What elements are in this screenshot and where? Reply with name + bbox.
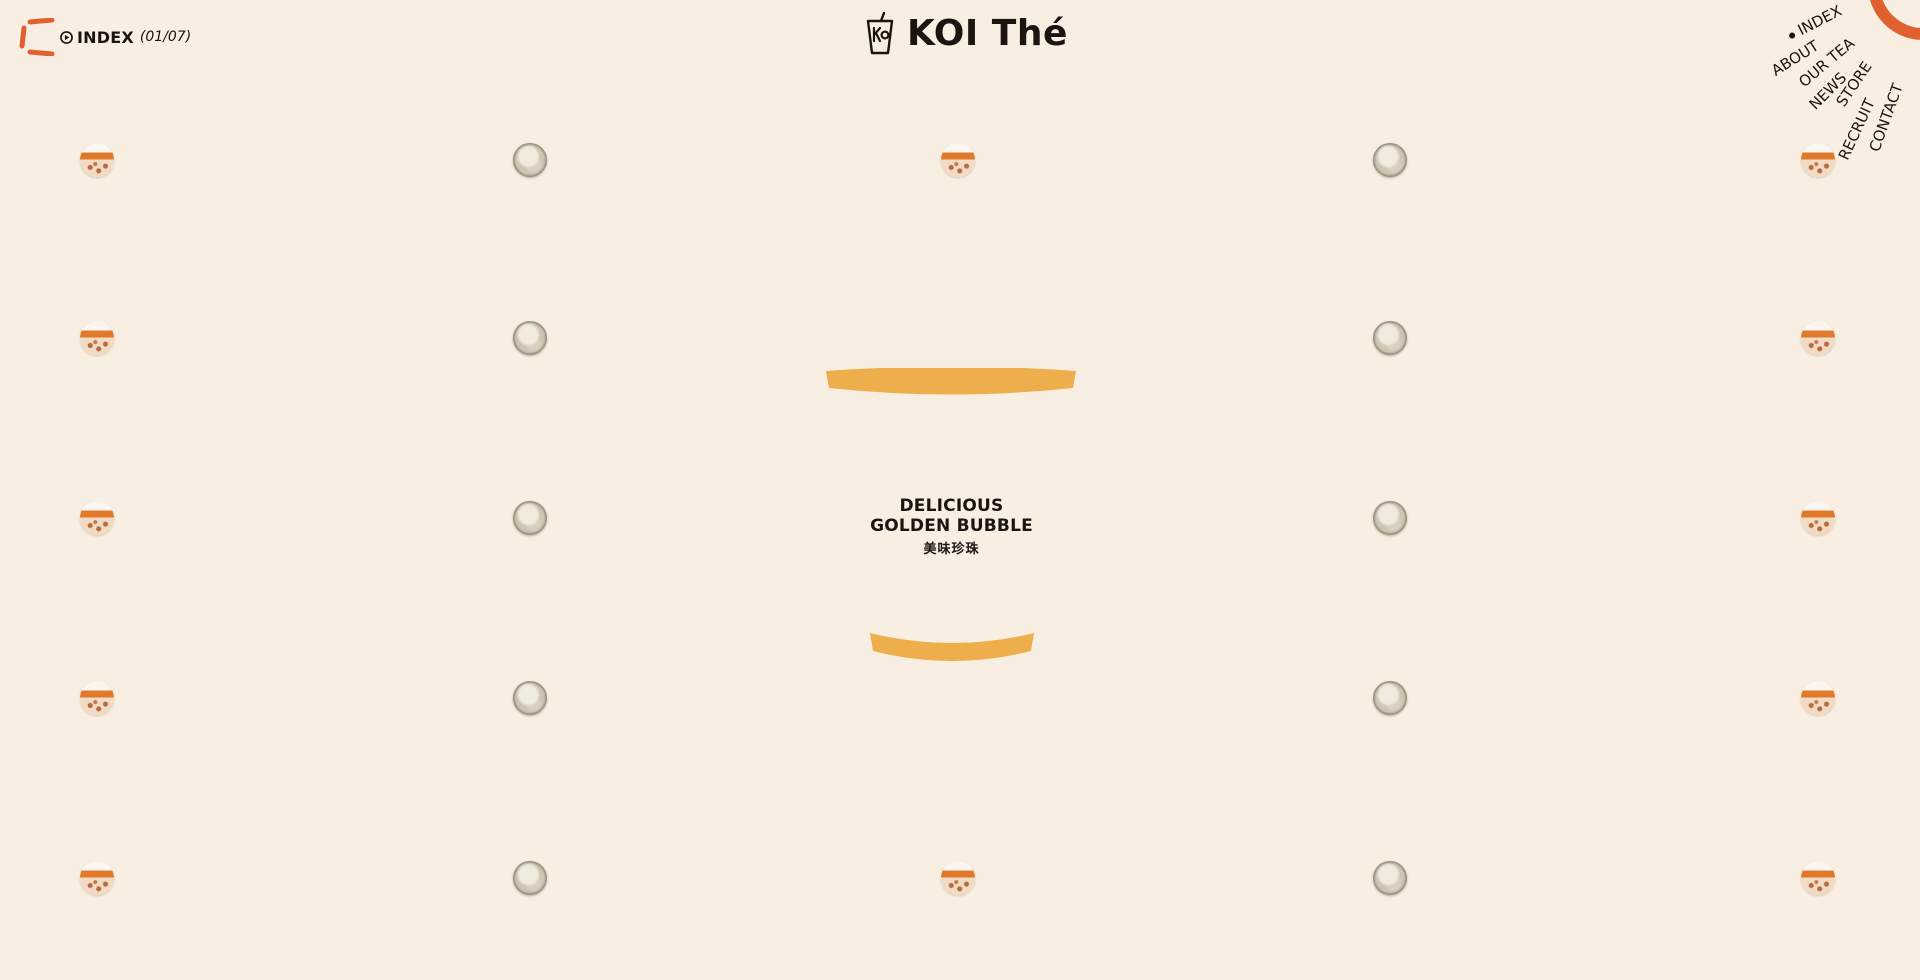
tapioca-cup-image — [1801, 321, 1835, 355]
tapioca-cup-image — [80, 501, 114, 535]
tapioca-cup-image — [941, 861, 975, 895]
corner-arc-decoration — [1868, 0, 1920, 40]
brand-name: KOI Thé — [907, 12, 1068, 54]
index-label: INDEX — [77, 27, 134, 47]
cream-cup-image — [513, 321, 547, 355]
cream-cup-image — [1373, 861, 1407, 895]
hero-subtitle: 美味珍珠 — [923, 542, 980, 557]
tapioca-cup-image — [1801, 861, 1835, 895]
cream-cup-image — [513, 143, 547, 177]
cream-cup-image — [513, 681, 547, 715]
page: INDEX (01/07) KOI Thé INDEX ABOUT OUR TE… — [0, 0, 1920, 980]
cream-cup-image — [513, 861, 547, 895]
cream-cup-image — [513, 501, 547, 535]
tapioca-cup-image — [1801, 681, 1835, 715]
tapioca-cup-image — [941, 143, 975, 177]
hero-title: DELICIOUS GOLDEN BUBBLE — [810, 496, 1093, 536]
tapioca-cup-image — [1801, 143, 1835, 177]
play-icon[interactable] — [60, 30, 73, 44]
top-bun-shape — [826, 368, 1076, 395]
tapioca-cup-image — [80, 681, 114, 715]
nav-item-label: INDEX — [1794, 1, 1845, 40]
bracket-logo-icon — [19, 18, 55, 56]
tapioca-cup-image — [80, 143, 114, 177]
hero-title-line-2: GOLDEN BUBBLE — [870, 516, 1033, 536]
brand-logo[interactable]: KOI Thé — [865, 10, 1068, 56]
hero-title-line-1: DELICIOUS — [899, 496, 1004, 516]
cream-cup-image — [1373, 143, 1407, 177]
nav-item-index[interactable]: INDEX — [1785, 2, 1845, 44]
cream-cup-image — [1373, 501, 1407, 535]
active-bullet-icon — [1787, 31, 1796, 40]
cream-cup-image — [1373, 681, 1407, 715]
tapioca-cup-image — [1801, 501, 1835, 535]
tapioca-cup-image — [80, 321, 114, 355]
index-indicator[interactable]: INDEX (01/07) — [18, 18, 191, 56]
slide-counter: (01/07) — [139, 29, 192, 45]
cup-logo-icon — [866, 11, 894, 55]
cream-cup-image — [1373, 321, 1407, 355]
bottom-bun-shape — [870, 633, 1034, 661]
tapioca-cup-image — [80, 861, 114, 895]
